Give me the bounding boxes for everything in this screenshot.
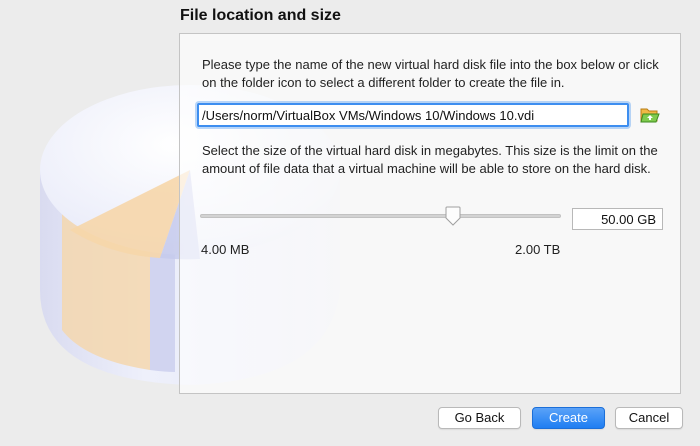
disk-size-slider-track[interactable] (200, 214, 561, 218)
section-title: File location and size (180, 7, 341, 24)
location-description: Please type the name of the new virtual … (202, 57, 659, 90)
create-button[interactable]: Create (532, 407, 605, 429)
go-back-button[interactable]: Go Back (438, 407, 521, 429)
disk-size-field[interactable] (572, 208, 663, 230)
settings-panel: Please type the name of the new virtual … (179, 33, 681, 394)
cancel-button[interactable]: Cancel (615, 407, 683, 429)
folder-open-icon (640, 108, 660, 123)
file-path-input[interactable] (197, 103, 629, 127)
slider-min-label: 4.00 MB (201, 242, 250, 257)
choose-folder-button[interactable] (640, 106, 660, 124)
disk-size-slider-thumb[interactable] (444, 206, 462, 226)
size-description: Select the size of the virtual hard disk… (202, 143, 658, 176)
slider-max-label: 2.00 TB (515, 242, 561, 257)
